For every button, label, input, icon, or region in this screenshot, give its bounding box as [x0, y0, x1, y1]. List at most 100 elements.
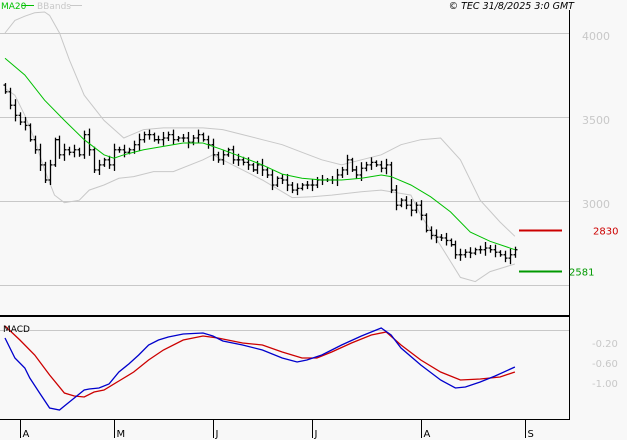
ohlc-bar	[53, 137, 58, 167]
ohlc-bar	[424, 213, 429, 233]
ohlc-bar	[419, 200, 424, 221]
ohlc-bar	[107, 155, 112, 169]
ohlc-bar	[161, 131, 166, 146]
month-label: J	[215, 429, 219, 440]
ohlc-bar	[3, 83, 8, 94]
ohlc-bar	[171, 129, 176, 145]
ohlc-bar	[374, 160, 379, 167]
ohlc-bar	[315, 176, 320, 189]
ohlc-bar	[260, 158, 265, 176]
ohlc-bar	[285, 173, 290, 192]
ohlc-bar	[152, 132, 157, 142]
ohlc-bar	[399, 198, 404, 208]
ohlc-bar	[439, 234, 444, 241]
macd-line	[4, 327, 516, 411]
ohlc-bar	[394, 185, 399, 211]
ohlc-bar	[468, 247, 473, 259]
legend-bbands: BBands	[37, 2, 71, 12]
ohlc-bar	[384, 158, 389, 175]
ohlc-bar	[280, 174, 285, 185]
ohlc-bar	[350, 157, 355, 172]
ohlc-bar	[97, 159, 102, 175]
macd-tick-label: -1.00	[592, 379, 618, 390]
ohlc-bar	[18, 112, 23, 126]
ohlc-bar	[191, 134, 196, 146]
price-level-label: 2830	[593, 227, 618, 238]
ohlc-bar	[251, 162, 256, 172]
ohlc-bar	[508, 248, 513, 265]
ohlc-bar	[340, 166, 345, 178]
ohlc-bar	[166, 131, 171, 142]
price-tick-label: 4000	[582, 30, 610, 43]
ohlc-bar	[82, 130, 87, 159]
ohlc-bar	[369, 157, 374, 170]
ohlc-bar	[117, 146, 122, 153]
ohlc-bar	[62, 143, 67, 161]
macd-tick-label: -0.60	[592, 359, 618, 370]
ohlc-bar	[176, 135, 181, 142]
ohlc-bar	[488, 245, 493, 253]
ohlc-bar	[196, 129, 201, 144]
ohlc-bar	[201, 132, 206, 142]
ohlc-bar	[290, 182, 295, 194]
macd-signal-line	[4, 325, 516, 398]
macd-tick-label: -0.20	[592, 339, 618, 350]
ohlc-bar	[463, 249, 468, 258]
price-level-label: 2581	[569, 268, 594, 279]
ohlc-bar	[305, 181, 310, 190]
ohlc-bar	[364, 161, 369, 172]
macd-label: MACD	[3, 325, 30, 335]
ohlc-bar	[57, 135, 62, 159]
ohlc-bar	[503, 250, 508, 263]
ohlc-bar	[493, 244, 498, 258]
ohlc-bar	[67, 146, 72, 156]
ohlc-bar	[345, 154, 350, 175]
ohlc-bar	[483, 241, 488, 256]
copyright-timestamp: © TEC 31/8/2025 3:0 GMT	[449, 1, 576, 12]
ohlc-bar	[181, 133, 186, 143]
month-label: S	[528, 429, 534, 440]
legend-ma20: MA20	[1, 2, 27, 12]
ohlc-bar	[13, 99, 18, 122]
ohlc-bar	[147, 129, 152, 140]
ohlc-bar	[478, 245, 483, 254]
ohlc-bar	[453, 240, 458, 259]
ohlc-bar	[211, 138, 216, 161]
ohlc-bar	[295, 183, 300, 196]
ohlc-bar	[275, 176, 280, 188]
ohlc-bar	[444, 232, 449, 246]
ohlc-bar	[449, 238, 454, 247]
month-label: A	[424, 429, 431, 440]
month-label: M	[117, 429, 126, 440]
ohlc-bar	[379, 160, 384, 173]
ohlc-bar	[265, 166, 270, 178]
ohlc-bar	[300, 183, 305, 191]
ohlc-bar	[310, 178, 315, 192]
month-label: J	[314, 429, 318, 440]
ohlc-bar	[186, 131, 191, 149]
ohlc-bar	[102, 157, 107, 167]
stock-chart: MA20 BBands © TEC 31/8/2025 3:0 GMT MACD…	[0, 1, 618, 440]
ohlc-bar	[92, 146, 97, 173]
ma20-line	[4, 57, 516, 251]
ohlc-bar	[498, 250, 503, 257]
ohlc-bar	[72, 144, 77, 158]
ohlc-bar	[23, 117, 28, 131]
ohlc-bar	[38, 143, 43, 171]
ohlc-bar	[354, 165, 359, 179]
price-tick-label: 3000	[582, 198, 610, 211]
month-label: A	[23, 429, 30, 440]
ohlc-bar	[513, 246, 518, 258]
ohlc-bar	[142, 131, 147, 143]
ohlc-bar	[335, 168, 340, 187]
ohlc-bar	[43, 161, 48, 184]
ohlc-bar	[137, 133, 142, 151]
ohlc-bar	[156, 135, 161, 144]
ohlc-bar	[206, 135, 211, 149]
price-tick-label: 3500	[582, 114, 610, 127]
ohlc-bar	[221, 149, 226, 165]
ohlc-bar	[458, 248, 463, 261]
ohlc-bar	[404, 196, 409, 210]
ohlc-bar	[77, 147, 82, 157]
ohlc-bar	[473, 247, 478, 256]
